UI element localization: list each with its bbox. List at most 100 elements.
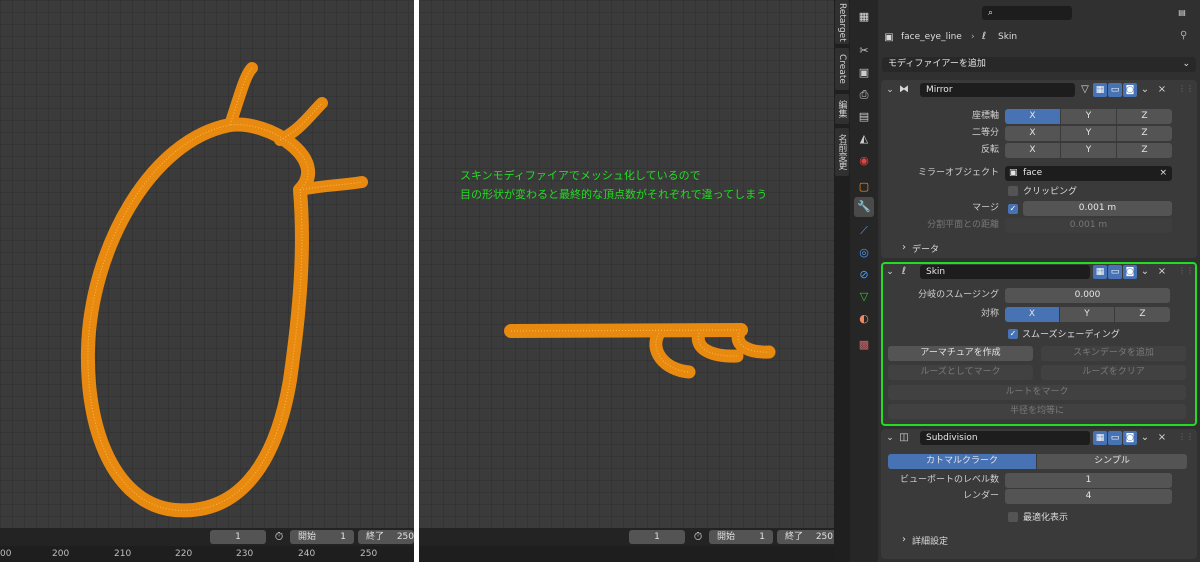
bisect-distance-field[interactable]: 0.001 m	[1005, 218, 1172, 233]
drag-handle-icon[interactable]: ⋮⋮	[1178, 266, 1194, 275]
output-icon[interactable]: ⎙	[857, 88, 871, 102]
symmetry-z-toggle[interactable]: Z	[1115, 307, 1170, 322]
render-icon[interactable]: ▣	[857, 66, 871, 80]
start-frame-field[interactable]: 開始 1	[290, 530, 354, 544]
close-icon[interactable]: ×	[1156, 431, 1168, 445]
eye-line-mesh-top	[504, 323, 776, 379]
add-modifier-dropdown[interactable]: モディファイアーを追加 ⌄	[882, 57, 1196, 72]
stopwatch-icon[interactable]: ⏱	[691, 530, 705, 544]
tab-create[interactable]: Create	[835, 48, 849, 90]
create-armature-button[interactable]: アーマチュアを作成	[888, 346, 1033, 361]
stopwatch-icon[interactable]: ⏱	[272, 530, 286, 544]
viewport-display-icon[interactable]: ▭	[1108, 265, 1122, 279]
flip-x-toggle[interactable]: X	[1005, 143, 1060, 158]
branch-smoothing-field[interactable]: 0.000	[1005, 288, 1170, 303]
clipping-checkbox[interactable]	[1008, 186, 1018, 196]
editor-type-icon[interactable]: ▦	[857, 10, 871, 24]
flip-z-toggle[interactable]: Z	[1117, 143, 1172, 158]
merge-checkbox[interactable]: ✓	[1008, 204, 1018, 214]
viewport-levels-field[interactable]: 1	[1005, 473, 1172, 488]
skin-name-field[interactable]: Skin	[920, 265, 1090, 279]
chevron-down-icon[interactable]: ⌄	[885, 431, 895, 445]
edit-mode-icon[interactable]: ▦	[1093, 431, 1107, 445]
search-input[interactable]: ⌕	[982, 6, 1072, 20]
equalize-radii-button[interactable]: 半径を均等に	[888, 404, 1186, 419]
timeline-ruler[interactable]: 00 200 210 220 230 240 250	[0, 546, 414, 562]
particles-icon[interactable]: ⟋	[857, 224, 871, 238]
advanced-subpanel-label[interactable]: 詳細設定	[912, 534, 948, 547]
chevron-right-icon[interactable]: ›	[899, 533, 909, 547]
scene-icon[interactable]: ◭	[857, 132, 871, 146]
axis-z-toggle[interactable]: Z	[1117, 109, 1172, 124]
flip-y-toggle[interactable]: Y	[1061, 143, 1116, 158]
bisect-x-toggle[interactable]: X	[1005, 126, 1060, 141]
optimal-display-checkbox[interactable]	[1008, 512, 1018, 522]
close-icon[interactable]: ×	[1156, 83, 1168, 97]
timeline-left[interactable]: 1 ⏱ 開始 1 終了 250 00 200 210 220 230 240 2…	[0, 528, 414, 562]
start-value: 1	[340, 532, 346, 542]
clear-icon[interactable]: ×	[1159, 166, 1167, 181]
tab-rename[interactable]: 名前変更	[835, 128, 849, 176]
chevron-right-icon[interactable]: ›	[899, 241, 909, 255]
world-icon[interactable]: ◉	[857, 154, 871, 168]
edit-cage-icon[interactable]: ▽	[1078, 83, 1092, 97]
timeline-right[interactable]: 1 ⏱ 開始 1 終了 250	[419, 528, 850, 562]
timeline-ruler[interactable]	[419, 546, 850, 562]
view-layer-icon[interactable]: ▤	[857, 110, 871, 124]
subdivision-name-field[interactable]: Subdivision	[920, 431, 1090, 445]
viewport-display-icon[interactable]: ▭	[1108, 431, 1122, 445]
tab-retarget[interactable]: Retarget	[835, 0, 849, 44]
axis-y-toggle[interactable]: Y	[1061, 109, 1116, 124]
current-frame-field[interactable]: 1	[629, 530, 685, 544]
mark-root-button[interactable]: ルートをマーク	[888, 385, 1186, 400]
end-frame-field[interactable]: 終了 250	[777, 530, 837, 544]
tool-icon[interactable]: ✂	[857, 44, 871, 58]
render-camera-icon[interactable]: ◙	[1123, 83, 1137, 97]
chevron-down-icon[interactable]: ⌄	[885, 265, 895, 279]
pin-icon[interactable]: ⚲	[1180, 30, 1187, 41]
simple-tab[interactable]: シンプル	[1037, 454, 1187, 469]
data-icon[interactable]: ▽	[857, 290, 871, 304]
edit-mode-icon[interactable]: ▦	[1093, 83, 1107, 97]
viewport-display-icon[interactable]: ▭	[1108, 83, 1122, 97]
render-camera-icon[interactable]: ◙	[1123, 431, 1137, 445]
data-subpanel-label[interactable]: データ	[912, 242, 939, 255]
end-frame-field[interactable]: 終了 250	[358, 530, 414, 544]
render-levels-field[interactable]: 4	[1005, 489, 1172, 504]
add-skin-data-button[interactable]: スキンデータを追加	[1041, 346, 1186, 361]
symmetry-x-toggle[interactable]: X	[1005, 307, 1059, 322]
filter-icon[interactable]: ▤	[1174, 6, 1190, 20]
chevron-down-icon[interactable]: ⌄	[1139, 265, 1151, 279]
end-value: 250	[396, 532, 414, 542]
smooth-shading-checkbox[interactable]: ✓	[1008, 329, 1018, 339]
clear-loose-button[interactable]: ルーズをクリア	[1041, 365, 1186, 380]
bisect-z-toggle[interactable]: Z	[1117, 126, 1172, 141]
edit-mode-icon[interactable]: ▦	[1093, 265, 1107, 279]
symmetry-y-toggle[interactable]: Y	[1060, 307, 1114, 322]
merge-distance-field[interactable]: 0.001 m	[1023, 201, 1172, 216]
viewport-right[interactable]: スキンモディファイアでメッシュ化しているので 目の形状が変わると最終的な頂点数が…	[419, 0, 834, 528]
drag-handle-icon[interactable]: ⋮⋮	[1178, 84, 1194, 93]
start-frame-field[interactable]: 開始 1	[709, 530, 773, 544]
render-camera-icon[interactable]: ◙	[1123, 265, 1137, 279]
viewport-left[interactable]	[0, 0, 414, 528]
close-icon[interactable]: ×	[1156, 265, 1168, 279]
chevron-down-icon[interactable]: ⌄	[885, 83, 895, 97]
tab-edit[interactable]: 編集	[835, 94, 849, 124]
catmull-clark-tab[interactable]: カトマルクラーク	[888, 454, 1036, 469]
physics-icon[interactable]: ◎	[857, 246, 871, 260]
drag-handle-icon[interactable]: ⋮⋮	[1178, 432, 1194, 441]
texture-icon[interactable]: ▩	[857, 338, 871, 352]
constraints-icon[interactable]: ⊘	[857, 268, 871, 282]
bisect-y-toggle[interactable]: Y	[1061, 126, 1116, 141]
wrench-icon[interactable]: 🔧	[854, 197, 874, 217]
chevron-down-icon[interactable]: ⌄	[1139, 431, 1151, 445]
mirror-name-field[interactable]: Mirror	[920, 83, 1075, 97]
mirror-object-field[interactable]: ▣ face ×	[1005, 166, 1172, 181]
material-icon[interactable]: ◐	[857, 312, 871, 326]
object-icon[interactable]: ▢	[857, 180, 871, 194]
mark-loose-button[interactable]: ルーズとしてマーク	[888, 365, 1033, 380]
axis-x-toggle[interactable]: X	[1005, 109, 1060, 124]
chevron-down-icon[interactable]: ⌄	[1139, 83, 1151, 97]
current-frame-field[interactable]: 1	[210, 530, 266, 544]
